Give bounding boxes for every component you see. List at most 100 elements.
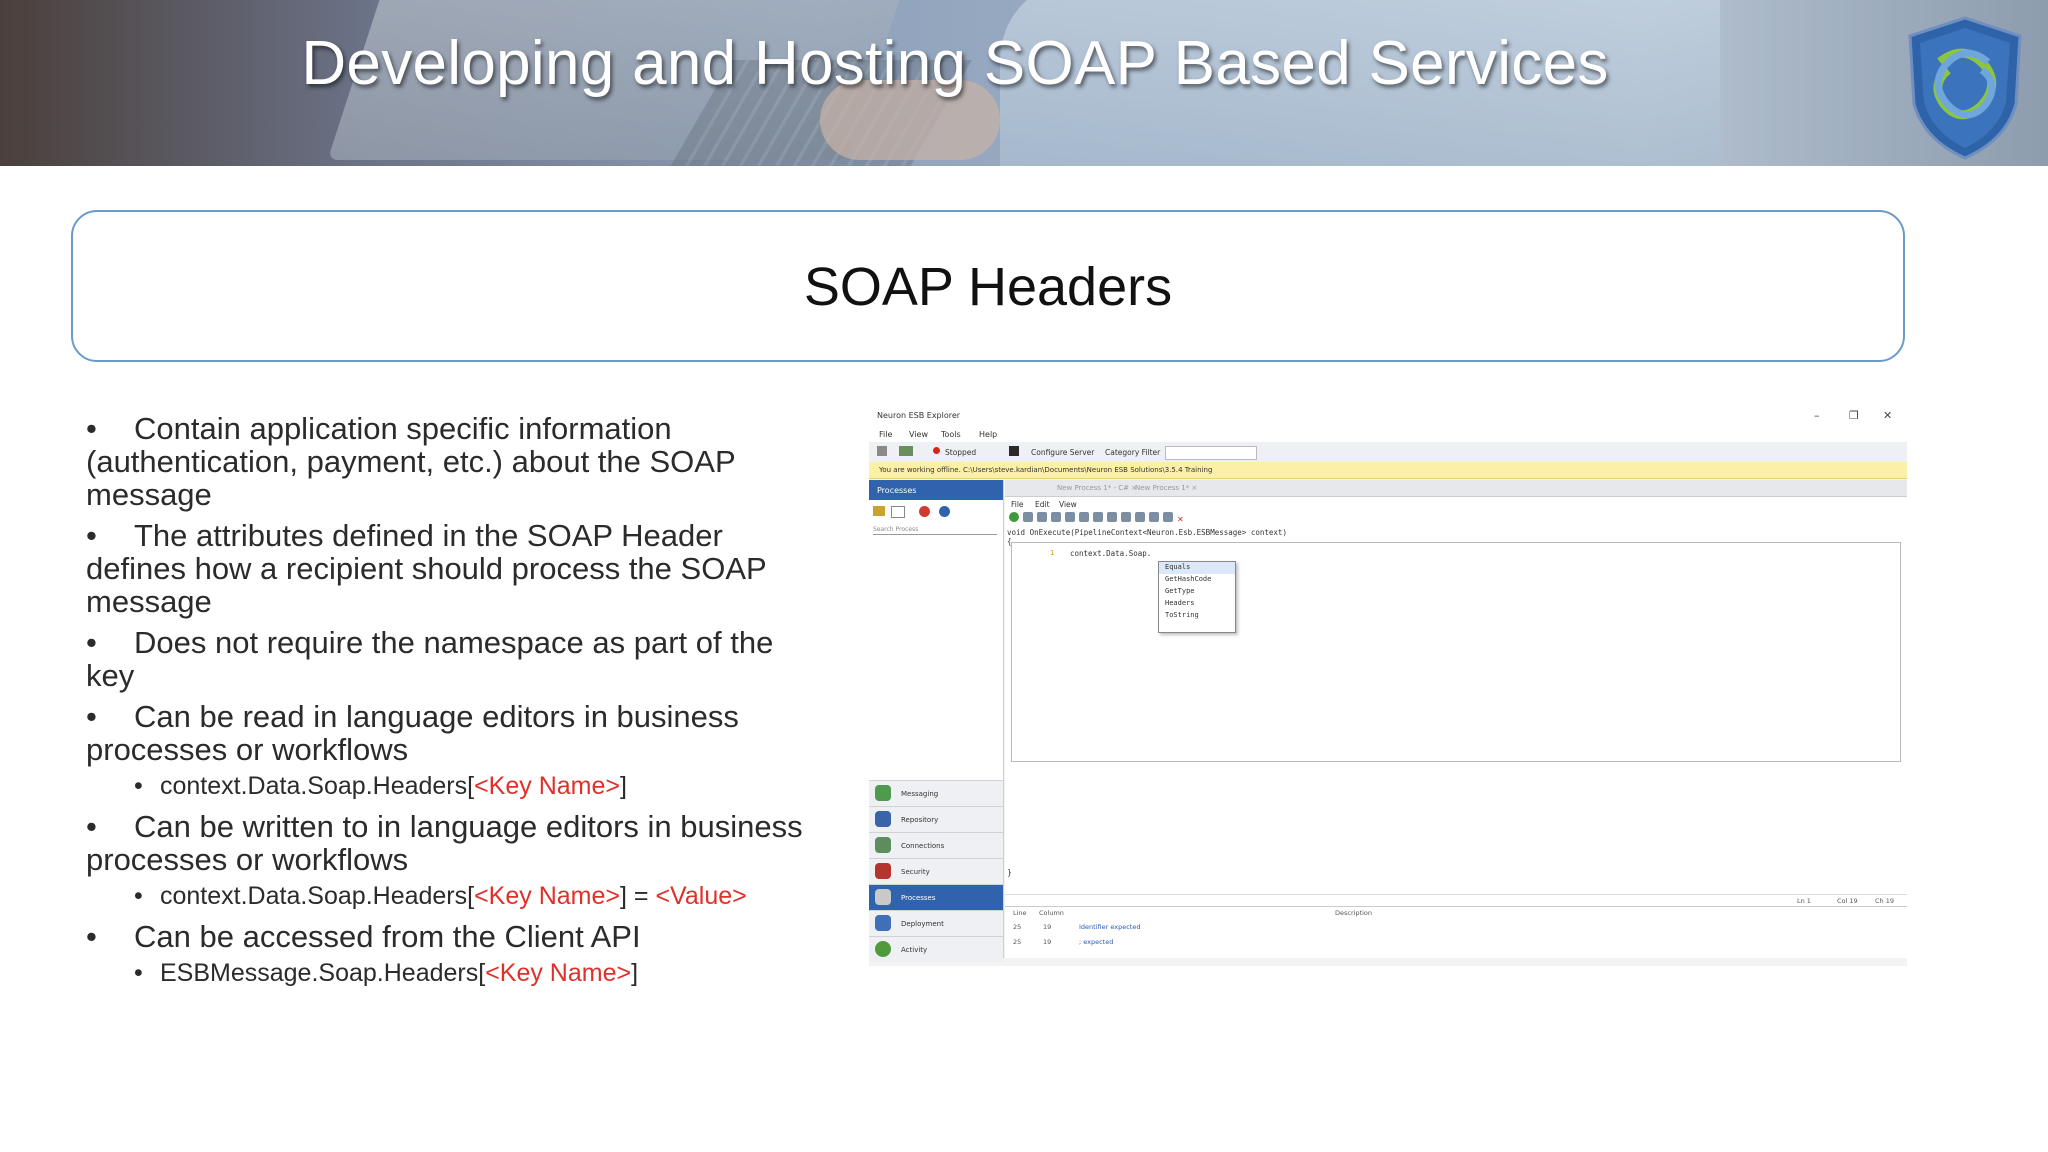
console-icon[interactable] [1009, 446, 1019, 456]
menu-bar: File View Tools Help [869, 426, 1907, 442]
panel-header-label: Processes [877, 486, 917, 495]
table-cell: 19 [1043, 938, 1052, 946]
minimize-icon[interactable]: – [1814, 409, 1820, 422]
code-input[interactable]: 1 context.Data.Soap. Equals GetHashCode … [1011, 542, 1901, 762]
search-placeholder: Search Process [873, 526, 919, 533]
category-filter-select[interactable] [1165, 446, 1257, 460]
bullet-list: • Contain application specific informatio… [86, 412, 806, 997]
sidebar-item-activity[interactable]: Activity [869, 936, 1003, 962]
window-titlebar: Neuron ESB Explorer – ❐ ✕ [869, 404, 1907, 426]
slide-title: Developing and Hosting SOAP Based Servic… [301, 29, 1609, 98]
code-assign: ] = [620, 882, 656, 910]
process-search-input[interactable]: Search Process [873, 524, 997, 535]
sidebar-item-security[interactable]: Security [869, 858, 1003, 884]
header-banner: Developing and Hosting SOAP Based Servic… [0, 0, 2048, 166]
tab-process[interactable]: New Process 1* × [1135, 484, 1197, 492]
main-toolbar: Stopped Configure Server Category Filter [869, 442, 1907, 463]
status-dropdown[interactable]: Stopped [945, 448, 976, 457]
list-item: • Can be accessed from the Client API [86, 919, 641, 954]
cut-icon[interactable] [1023, 512, 1033, 522]
messaging-icon [875, 785, 891, 801]
process-panel: Processes Search Process Messaging Repos… [869, 480, 1004, 962]
indent-icon[interactable] [1093, 512, 1103, 522]
column-header: Description [1335, 909, 1373, 917]
code-key: <Key Name> [474, 882, 620, 910]
find-icon[interactable] [1065, 512, 1075, 522]
autocomplete-item[interactable]: Equals [1159, 562, 1235, 574]
autocomplete-item[interactable]: GetType [1159, 586, 1235, 598]
column-header: Line [1013, 909, 1027, 917]
bookmark-icon[interactable] [1149, 512, 1159, 522]
code-key: <Key Name> [485, 959, 632, 987]
save-icon[interactable] [877, 446, 887, 456]
globe-icon [875, 941, 891, 957]
restore-icon[interactable]: ❐ [1849, 409, 1859, 422]
sidebar-item-processes[interactable]: Processes [869, 884, 1003, 910]
shield-logo-icon [1908, 16, 2022, 160]
configure-server-button[interactable]: Configure Server [1031, 448, 1094, 457]
list-item: • Can be written to in language editors i… [86, 809, 803, 877]
table-cell: 25 [1013, 923, 1022, 931]
bullet-text: Can be written to in language editors in… [86, 809, 803, 877]
category-filter-label: Category Filter [1105, 448, 1161, 457]
close-icon[interactable]: ✕ [1883, 409, 1892, 422]
sidebar-item-repository[interactable]: Repository [869, 806, 1003, 832]
code-prefix: context.Data.Soap.Headers[ [160, 882, 475, 910]
editor-menu-view[interactable]: View [1059, 500, 1077, 509]
nav-label: Connections [901, 842, 945, 850]
code-prefix: ESBMessage.Soap.Headers[ [160, 959, 486, 987]
repository-icon [875, 811, 891, 827]
bullet-text: Can be read in language editors in busin… [86, 699, 739, 767]
editor-menu-edit[interactable]: Edit [1035, 500, 1050, 509]
error-description[interactable]: Identifier expected [1079, 923, 1140, 931]
editor-tabs: New Process 1* - C# × New Process 1* × [1005, 480, 1907, 497]
tab-process-csharp[interactable]: New Process 1* - C# × [1057, 484, 1137, 492]
replace-icon[interactable] [1079, 512, 1089, 522]
menu-help[interactable]: Help [979, 430, 997, 439]
code-suffix: ] [620, 772, 627, 800]
connect-icon[interactable] [899, 446, 913, 456]
delete-icon[interactable] [919, 506, 930, 517]
open-process-icon[interactable] [891, 506, 905, 518]
editor-menu-file[interactable]: File [1011, 500, 1024, 509]
autocomplete-item[interactable]: ToString [1159, 610, 1235, 622]
info-icon[interactable] [939, 506, 950, 517]
status-ch: Ch 19 [1875, 897, 1894, 905]
code-line: context.Data.Soap. [1070, 549, 1152, 558]
menu-view[interactable]: View [909, 430, 928, 439]
signature-text: void OnExecute(PipelineContext<Neuron.Es… [1007, 528, 1287, 537]
paste-icon[interactable] [1051, 512, 1061, 522]
sidebar-item-messaging[interactable]: Messaging [869, 780, 1003, 806]
nav-label: Deployment [901, 920, 944, 928]
code-prefix: context.Data.Soap.Headers[ [160, 772, 475, 800]
sub-list-item: • ESBMessage.Soap.Headers[<Key Name>] [134, 959, 639, 987]
new-process-icon[interactable] [873, 506, 885, 516]
column-header: Column [1039, 909, 1064, 917]
autocomplete-item[interactable]: Headers [1159, 598, 1235, 610]
sub-list-item: • context.Data.Soap.Headers[<Key Name>] [134, 772, 627, 800]
compile-icon[interactable] [1009, 512, 1019, 522]
copy-icon[interactable] [1037, 512, 1047, 522]
nav-label: Security [901, 868, 930, 876]
uncomment-icon[interactable] [1135, 512, 1145, 522]
sidebar-item-connections[interactable]: Connections [869, 832, 1003, 858]
offline-notice-bar: You are working offline. C:\Users\steve.… [869, 462, 1907, 479]
comment-icon[interactable] [1121, 512, 1131, 522]
sidebar-item-deployment[interactable]: Deployment [869, 910, 1003, 936]
autocomplete-popup[interactable]: Equals GetHashCode GetType Headers ToStr… [1158, 561, 1236, 633]
gear-icon [875, 889, 891, 905]
menu-file[interactable]: File [879, 430, 892, 439]
window-title: Neuron ESB Explorer [877, 411, 961, 420]
autocomplete-item[interactable]: GetHashCode [1159, 574, 1235, 586]
bookmark-next-icon[interactable] [1163, 512, 1173, 522]
line-number: 1 [1050, 549, 1055, 557]
error-description[interactable]: ; expected [1079, 938, 1113, 946]
menu-tools[interactable]: Tools [941, 430, 961, 439]
stopped-status-icon [933, 447, 940, 454]
close-icon[interactable]: ✕ [1177, 515, 1184, 525]
outdent-icon[interactable] [1107, 512, 1117, 522]
bullet-text: Contain application specific information… [86, 411, 736, 512]
nav-label: Repository [901, 816, 939, 824]
close-brace: } [1007, 868, 1012, 877]
code-value: <Value> [655, 882, 747, 910]
